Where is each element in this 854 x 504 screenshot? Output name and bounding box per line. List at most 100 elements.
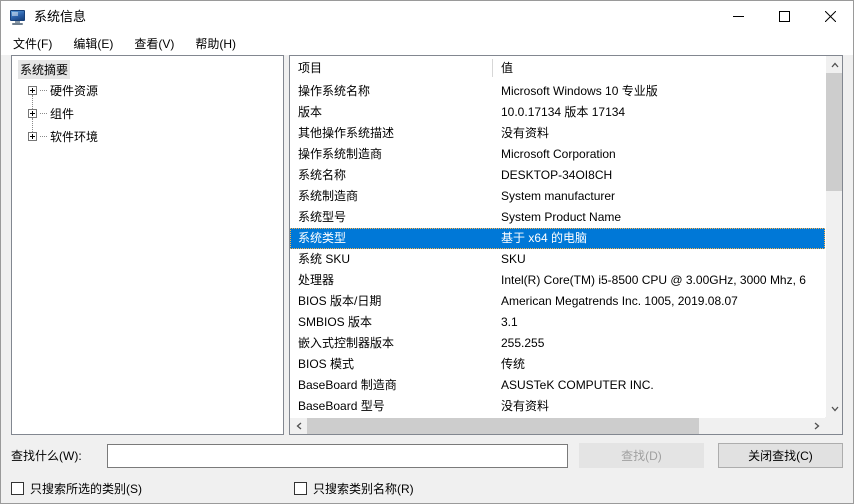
cell-item: 系统型号 (298, 210, 347, 224)
tree-connector-line (40, 135, 47, 138)
content-panes: 系统摘要 硬件资源 组件 软件环境 项目 值 操作系统名称 Microsoft … (1, 55, 853, 435)
tree-item-label: 组件 (50, 107, 75, 121)
cell-item: 操作系统名称 (298, 84, 371, 98)
find-bar: 查找什么(W): 查找(D) 关闭查找(C) 只搜索所选的类别(S) 只搜索类别… (1, 435, 853, 503)
tree-connector-line (40, 89, 47, 92)
table-row[interactable]: 版本 10.0.17134 版本 17134 (290, 102, 825, 123)
table-row[interactable]: 操作系统制造商 Microsoft Corporation (290, 144, 825, 165)
find-label: 查找什么(W): (11, 449, 82, 463)
cell-value: 没有资料 (501, 126, 550, 140)
cell-item: 处理器 (298, 273, 335, 287)
table-row[interactable]: BaseBoard 型号 没有资料 (290, 396, 825, 417)
window-controls (715, 1, 853, 32)
cell-item: BIOS 模式 (298, 357, 355, 371)
expand-plus-icon[interactable] (28, 109, 37, 118)
table-row[interactable]: 其他操作系统描述 没有资料 (290, 123, 825, 144)
table-row[interactable]: BIOS 版本/日期 American Megatrends Inc. 1005,… (290, 291, 825, 312)
menu-view[interactable]: 查看(V) (132, 34, 183, 54)
cell-item: 嵌入式控制器版本 (298, 336, 395, 350)
cell-item: 其他操作系统描述 (298, 126, 395, 140)
cell-value: Microsoft Corporation (501, 147, 616, 161)
table-row[interactable]: 系统型号 System Product Name (290, 207, 825, 228)
horizontal-scrollbar[interactable] (290, 417, 825, 434)
tree-item-components[interactable]: 组件 (16, 95, 283, 125)
tree-item-hardware-resources[interactable]: 硬件资源 (16, 79, 283, 102)
scroll-down-icon[interactable] (826, 400, 842, 417)
table-row[interactable]: BIOS 模式 传统 (290, 354, 825, 375)
cell-value: 3.1 (501, 315, 518, 329)
category-tree[interactable]: 系统摘要 硬件资源 组件 软件环境 (11, 55, 284, 435)
maximize-icon[interactable] (761, 1, 807, 32)
checkbox-box[interactable] (11, 481, 24, 495)
minimize-icon[interactable] (715, 1, 761, 32)
tree-item-software-environment[interactable]: 软件环境 (16, 118, 283, 148)
checkbox-label: 只搜索类别名称(R) (313, 481, 414, 496)
find-input[interactable] (106, 443, 568, 468)
cell-value: ASUSTeK COMPUTER INC. (501, 378, 654, 392)
tree-item-label: 硬件资源 (50, 84, 99, 98)
menu-help[interactable]: 帮助(H) (193, 34, 245, 54)
window-title: 系统信息 (34, 9, 87, 24)
checkbox-box[interactable] (294, 481, 307, 495)
list-rows: 操作系统名称 Microsoft Windows 10 专业版版本 10.0.171… (290, 81, 825, 417)
table-row[interactable]: SMBIOS 版本 3.1 (290, 312, 825, 333)
cell-item: 系统名称 (298, 168, 347, 182)
vertical-scrollbar-thumb[interactable] (826, 73, 842, 191)
cell-item: 版本 (298, 105, 323, 119)
table-row[interactable]: BaseBoard 制造商 ASUSTeK COMPUTER INC. (290, 375, 825, 396)
table-row[interactable]: 系统类型 基于 x64 的电脑 (290, 228, 825, 249)
details-list[interactable]: 项目 值 操作系统名称 Microsoft Windows 10 专业版版本 10.… (290, 56, 825, 417)
checkbox-label: 只搜索所选的类别(S) (30, 481, 142, 496)
cell-value: System manufacturer (501, 189, 616, 203)
find-row: 查找什么(W): 查找(D) 关闭查找(C) (11, 443, 843, 468)
cell-item: 系统制造商 (298, 189, 359, 203)
expand-plus-icon[interactable] (28, 132, 37, 141)
tree-connector-line (40, 112, 47, 115)
column-header-value[interactable]: 值 (493, 56, 825, 81)
cell-value: 没有资料 (501, 399, 550, 413)
scroll-left-icon[interactable] (290, 418, 307, 434)
menu-edit[interactable]: 编辑(E) (71, 34, 122, 54)
table-row[interactable]: 系统名称 DESKTOP-34OI8CH (290, 165, 825, 186)
cell-item: BaseBoard 型号 (298, 399, 385, 413)
cell-value: 255.255 (501, 336, 545, 350)
find-button[interactable]: 查找(D) (578, 443, 704, 468)
expand-plus-icon[interactable] (28, 86, 37, 95)
cell-value: American Megatrends Inc. 1005, 2019.08.0… (501, 294, 738, 308)
close-icon[interactable] (807, 1, 853, 32)
checkbox-category-name-only[interactable]: 只搜索类别名称(R) (294, 480, 414, 497)
cell-item: 系统类型 (298, 231, 347, 245)
list-column-headers: 项目 值 (290, 56, 825, 81)
horizontal-scrollbar-thumb[interactable] (307, 418, 699, 434)
scroll-up-icon[interactable] (826, 56, 842, 73)
cell-item: BaseBoard 制造商 (298, 378, 397, 392)
column-header-item[interactable]: 项目 (290, 56, 493, 81)
table-row[interactable]: 嵌入式控制器版本 255.255 (290, 333, 825, 354)
table-row[interactable]: 处理器 Intel(R) Core(TM) i5-8500 CPU @ 3.00G… (290, 270, 825, 291)
cell-item: 系统 SKU (298, 252, 351, 266)
cell-value: SKU (501, 252, 526, 266)
system-information-window: 系统信息 文件(F) 编辑(E) 查看(V) 帮助(H) 系统摘要 硬件资源 组… (0, 0, 854, 504)
tree-item-label: 软件环境 (50, 130, 99, 144)
cell-item: 操作系统制造商 (298, 147, 383, 161)
cell-value: 基于 x64 的电脑 (501, 231, 588, 245)
details-list-panel: 项目 值 操作系统名称 Microsoft Windows 10 专业版版本 10.… (289, 55, 843, 435)
cell-value: 10.0.17134 版本 17134 (501, 105, 626, 119)
scrollbar-corner (825, 417, 842, 434)
tree-item-system-summary[interactable]: 系统摘要 (16, 60, 283, 79)
tree-item-label: 系统摘要 (18, 60, 71, 79)
table-row[interactable]: 系统制造商 System manufacturer (290, 186, 825, 207)
close-find-button[interactable]: 关闭查找(C) (717, 443, 843, 468)
vertical-scrollbar[interactable] (825, 56, 842, 417)
menu-file[interactable]: 文件(F) (11, 34, 61, 54)
checkbox-selected-category[interactable]: 只搜索所选的类别(S) (11, 480, 142, 497)
computer-monitor-icon (10, 9, 26, 25)
cell-item: SMBIOS 版本 (298, 315, 373, 329)
table-row[interactable]: 操作系统名称 Microsoft Windows 10 专业版 (290, 81, 825, 102)
cell-value: 传统 (501, 357, 526, 371)
scroll-right-icon[interactable] (808, 418, 825, 434)
title-bar: 系统信息 (1, 1, 853, 32)
cell-item: BIOS 版本/日期 (298, 294, 382, 308)
table-row[interactable]: 系统 SKU SKU (290, 249, 825, 270)
cell-value: Microsoft Windows 10 专业版 (501, 84, 658, 98)
